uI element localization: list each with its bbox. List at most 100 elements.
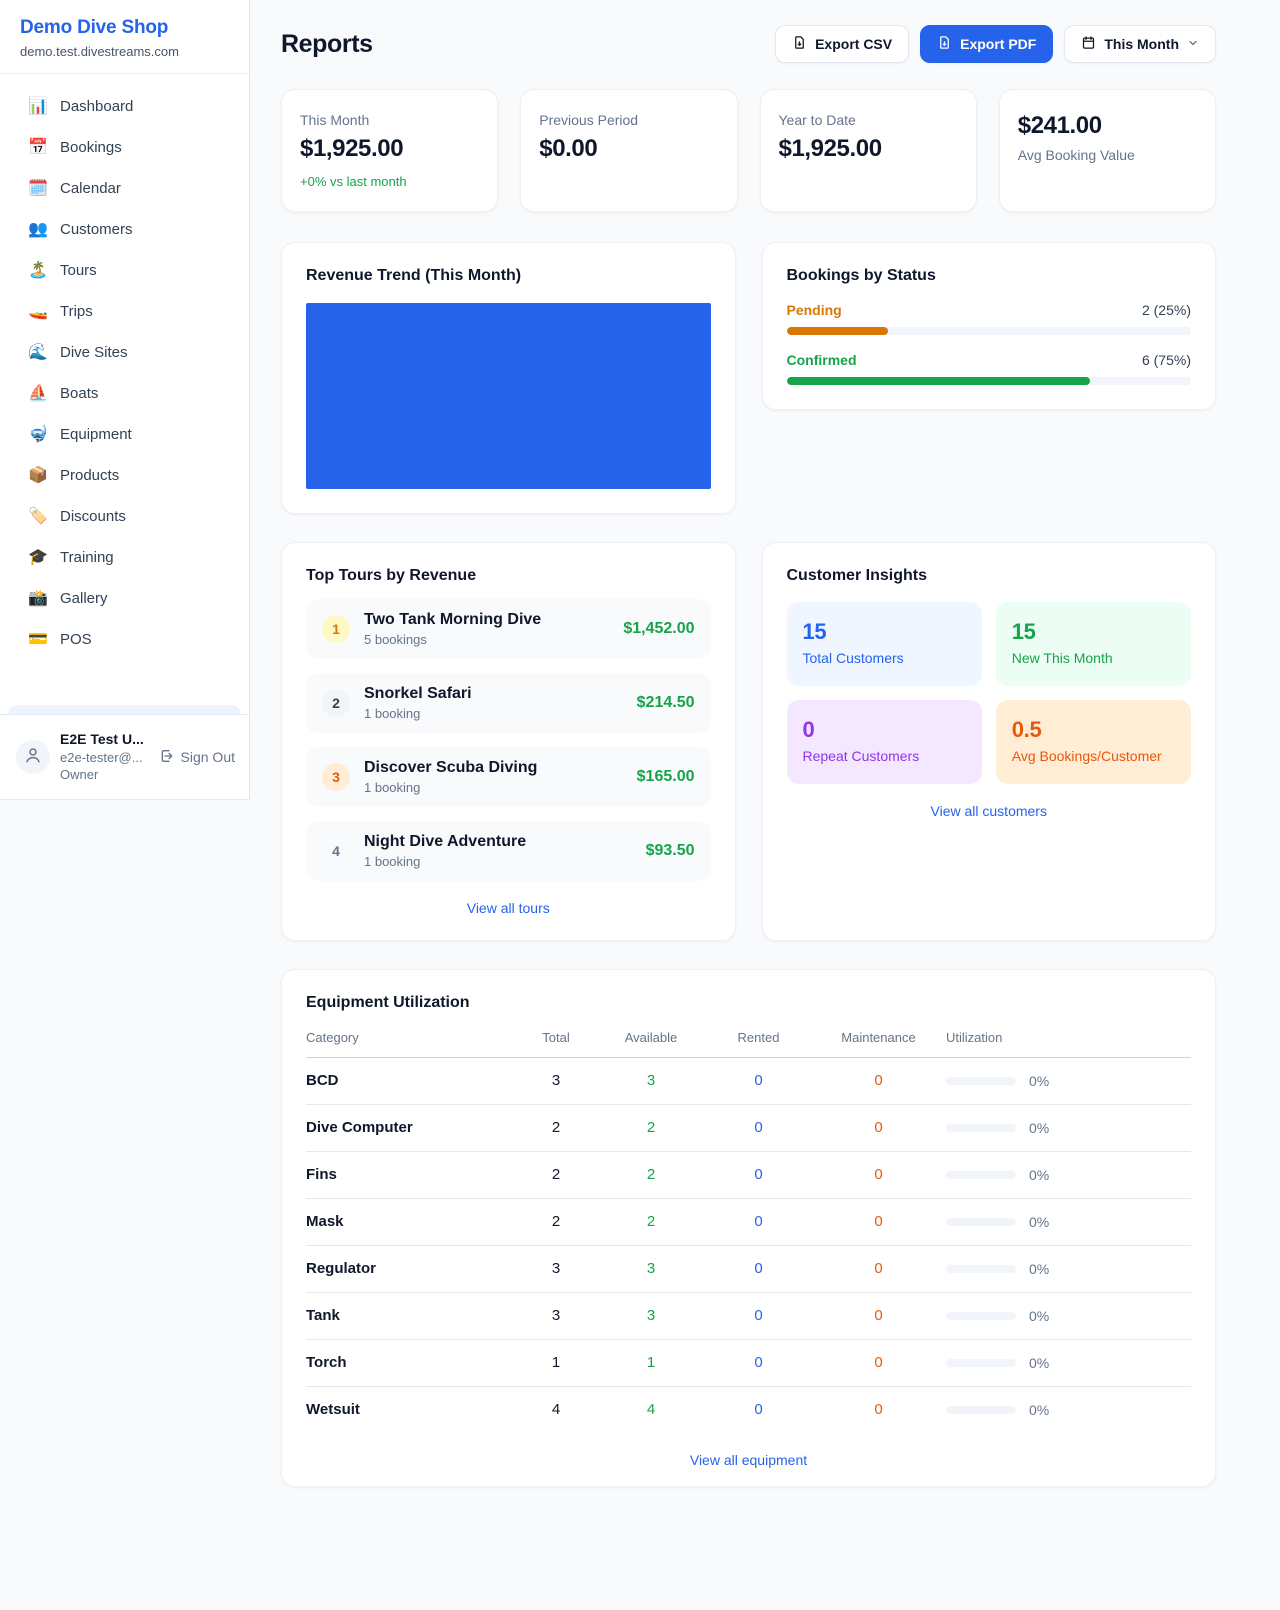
sidebar-item-training[interactable]: 🎓Training	[8, 537, 241, 577]
equipment-column-header: Utilization	[946, 1030, 1191, 1045]
utilization-track	[946, 1171, 1016, 1179]
tour-list-item: 1Two Tank Morning Dive5 bookings$1,452.0…	[306, 599, 711, 659]
tour-bookings: 1 booking	[364, 780, 623, 795]
equipment-total: 3	[516, 1307, 596, 1324]
equipment-table-body: BCD33000%Dive Computer22000%Fins22000%Ma…	[306, 1058, 1191, 1433]
file-download-icon	[792, 35, 807, 53]
period-dropdown[interactable]: This Month	[1064, 25, 1216, 63]
sidebar-item-equipment[interactable]: 🤿Equipment	[8, 414, 241, 454]
sidebar-item-gallery[interactable]: 📸Gallery	[8, 578, 241, 618]
insight-box: 15Total Customers	[787, 602, 982, 686]
export-pdf-label: Export PDF	[960, 36, 1036, 52]
sidebar-item-bookings[interactable]: 📅Bookings	[8, 127, 241, 167]
sidebar-item-boats[interactable]: ⛵Boats	[8, 373, 241, 413]
rank-badge: 1	[322, 615, 350, 643]
tour-list-item: 2Snorkel Safari1 booking$214.50	[306, 673, 711, 733]
equipment-total: 3	[516, 1072, 596, 1089]
utilization-track	[946, 1265, 1016, 1273]
equipment-total: 2	[516, 1166, 596, 1183]
tour-info: Discover Scuba Diving1 booking	[364, 759, 623, 795]
equipment-total: 1	[516, 1354, 596, 1371]
equipment-table-row: Torch11000%	[306, 1340, 1191, 1387]
stat-label: Avg Booking Value	[1018, 147, 1197, 163]
sidebar-item-label: Products	[60, 467, 119, 484]
equipment-available: 3	[596, 1307, 706, 1324]
utilization-percent: 0%	[1029, 1308, 1049, 1324]
tour-revenue: $165.00	[637, 768, 695, 786]
insight-box: 15New This Month	[996, 602, 1191, 686]
sidebar-item-dashboard[interactable]: 📊Dashboard	[8, 86, 241, 126]
camera-icon: 📸	[28, 588, 48, 608]
equipment-utilization-cell: 0%	[946, 1261, 1191, 1277]
progress-track	[787, 327, 1192, 335]
spiral-calendar-icon: 🗓️	[28, 178, 48, 198]
utilization-percent: 0%	[1029, 1261, 1049, 1277]
brand-name[interactable]: Demo Dive Shop	[20, 17, 229, 39]
export-csv-button[interactable]: Export CSV	[775, 25, 909, 63]
utilization-percent: 0%	[1029, 1120, 1049, 1136]
revenue-trend-card: Revenue Trend (This Month)	[281, 242, 736, 514]
view-all-equipment-link[interactable]: View all equipment	[306, 1452, 1191, 1468]
sidebar-item-label: Tours	[60, 262, 97, 279]
user-meta: E2E Test U... e2e-tester@... Owner	[60, 730, 149, 784]
equipment-available: 3	[596, 1260, 706, 1277]
equipment-total: 2	[516, 1213, 596, 1230]
tour-list-item: 4Night Dive Adventure1 booking$93.50	[306, 821, 711, 881]
equipment-column-header: Available	[596, 1030, 706, 1045]
tour-revenue: $1,452.00	[623, 620, 694, 638]
sidebar-item-label: Calendar	[60, 180, 121, 197]
sidebar-item-discounts[interactable]: 🏷️Discounts	[8, 496, 241, 536]
sidebar-item-tours[interactable]: 🏝️Tours	[8, 250, 241, 290]
equipment-total: 2	[516, 1119, 596, 1136]
rank-badge: 2	[322, 689, 350, 717]
sign-out-button[interactable]: Sign Out	[159, 748, 235, 767]
equipment-category: Regulator	[306, 1260, 516, 1277]
avatar	[16, 740, 50, 774]
stat-card: Previous Period$0.00	[520, 89, 737, 212]
sailboat-icon: ⛵	[28, 383, 48, 403]
utilization-percent: 0%	[1029, 1214, 1049, 1230]
graduation-cap-icon: 🎓	[28, 547, 48, 567]
equipment-column-header: Rented	[706, 1030, 811, 1045]
equipment-available: 3	[596, 1072, 706, 1089]
credit-card-icon: 💳	[28, 629, 48, 649]
user-name: E2E Test U...	[60, 730, 149, 749]
equipment-table-header: CategoryTotalAvailableRentedMaintenanceU…	[306, 1012, 1191, 1058]
equipment-category: Fins	[306, 1166, 516, 1183]
sidebar-item-label: Dashboard	[60, 98, 133, 115]
equipment-rented: 0	[706, 1213, 811, 1230]
equipment-table-row: Mask22000%	[306, 1199, 1191, 1246]
view-all-tours-link[interactable]: View all tours	[306, 900, 711, 916]
view-all-customers-link[interactable]: View all customers	[787, 803, 1192, 819]
user-role: Owner	[60, 766, 149, 784]
export-csv-label: Export CSV	[815, 36, 892, 52]
equipment-table-row: Wetsuit44000%	[306, 1387, 1191, 1433]
export-pdf-button[interactable]: Export PDF	[920, 25, 1053, 63]
utilization-track	[946, 1218, 1016, 1226]
equipment-rented: 0	[706, 1401, 811, 1418]
stat-value: $241.00	[1018, 112, 1197, 140]
equipment-utilization-card: Equipment Utilization CategoryTotalAvail…	[281, 969, 1216, 1487]
insight-label: New This Month	[1012, 650, 1175, 666]
sidebar-item-products[interactable]: 📦Products	[8, 455, 241, 495]
header-actions: Export CSV Export PDF This Month	[775, 25, 1216, 63]
equipment-rented: 0	[706, 1354, 811, 1371]
insight-value: 15	[803, 619, 966, 645]
insight-label: Repeat Customers	[803, 748, 966, 764]
insight-value: 0.5	[1012, 717, 1175, 743]
main-content: Reports Export CSV Export PDF This Month	[250, 0, 1280, 1535]
sidebar-item-trips[interactable]: 🚤Trips	[8, 291, 241, 331]
equipment-table-row: Fins22000%	[306, 1152, 1191, 1199]
sidebar-item-pos[interactable]: 💳POS	[8, 619, 241, 659]
sidebar-item-dive-sites[interactable]: 🌊Dive Sites	[8, 332, 241, 372]
utilization-percent: 0%	[1029, 1402, 1049, 1418]
sidebar-item-calendar[interactable]: 🗓️ Calendar	[8, 168, 241, 208]
tour-list: 1Two Tank Morning Dive5 bookings$1,452.0…	[306, 599, 711, 881]
logout-icon	[159, 748, 175, 767]
nav-active-item-partial[interactable]	[8, 705, 241, 714]
insight-value: 0	[803, 717, 966, 743]
sidebar-item-customers[interactable]: 👥Customers	[8, 209, 241, 249]
calendar-date-icon: 📅	[28, 137, 48, 157]
equipment-category: Wetsuit	[306, 1401, 516, 1418]
tour-bookings: 1 booking	[364, 706, 623, 721]
